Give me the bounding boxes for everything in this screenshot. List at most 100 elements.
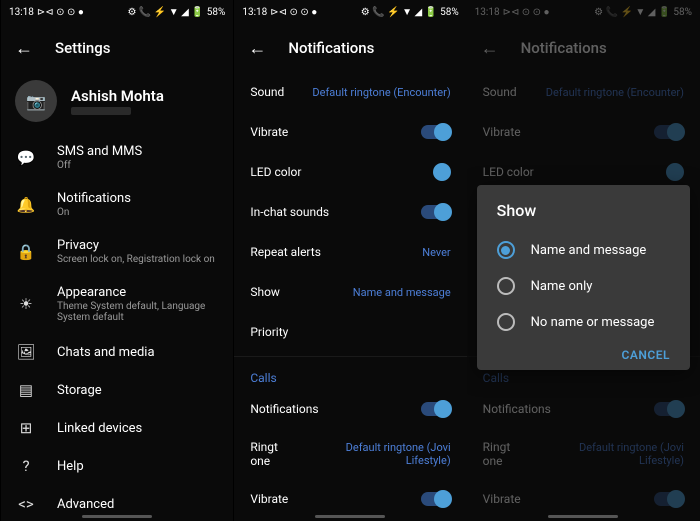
nav-bar [1,511,233,521]
row-label: Repeat alerts [250,245,321,259]
section-calls: Calls [234,361,466,389]
avatar: 📷 [15,80,57,122]
row-label: Ringt one [483,440,533,468]
row-label: Vibrate [250,492,288,506]
setting-row[interactable]: Notifications [467,389,700,429]
row-label: Vibrate [483,492,521,506]
item-title: Appearance [57,285,219,300]
color-dot[interactable] [433,163,451,181]
toggle-switch[interactable] [421,492,451,506]
setting-row[interactable]: SoundDefault ringtone (Encounter) [467,72,700,112]
settings-item[interactable]: ⊞Linked devices [1,409,233,447]
item-icon: ☀ [15,295,37,313]
item-title: Linked devices [57,421,219,436]
item-icon: 🖼 [15,343,37,361]
settings-item[interactable]: 🔔 NotificationsOn [1,181,233,228]
profile-row[interactable]: 📷 Ashish Mohta [1,72,233,134]
row-label: Notifications [483,402,551,416]
setting-row[interactable]: Vibrate [234,112,466,152]
settings-item[interactable]: 🔒PrivacyScreen lock on, Registration loc… [1,228,233,275]
item-sub: Screen lock on, Registration lock on [57,254,219,265]
setting-row[interactable]: Repeat alerts Never [234,232,466,272]
setting-row[interactable]: Vibrate [467,112,700,152]
color-dot[interactable] [666,163,684,181]
row-value: Default ringtone (Jovi Lifestyle) [533,441,684,467]
row-value: Default ringtone (Encounter) [312,86,450,99]
toggle-switch[interactable] [421,125,451,139]
toggle-switch[interactable] [654,125,684,139]
settings-item[interactable]: 💬 SMS and MMSOff [1,134,233,181]
row-label: LED color [250,165,301,179]
setting-row[interactable]: Ringt oneDefault ringtone (Jovi Lifestyl… [467,429,700,479]
page-title: Notifications [288,39,374,57]
setting-row[interactable]: In-chat sounds [234,192,466,232]
page-title: Settings [55,39,111,57]
row-value: Never [422,246,450,259]
row-label: Notifications [250,402,318,416]
profile-name: Ashish Mohta [71,87,164,105]
header: ← Notifications [234,24,466,72]
row-label: Ringt one [250,440,300,468]
item-title: Privacy [57,238,219,253]
toggle-switch[interactable] [421,205,451,219]
status-icons-left: ⊳⊲ ⊙ ⊙ ● [37,7,84,18]
notifications-dialog-panel: 13:18⊳⊲ ⊙ ⊙ ● ⚙ 📞 ⚡ ▼ ◢ 🔋58% ← Notificat… [467,0,700,521]
page-title: Notifications [521,39,607,57]
row-label: LED color [483,165,534,179]
row-label: In-chat sounds [250,205,329,219]
back-icon[interactable]: ← [481,38,499,59]
dialog-title: Show [489,201,678,232]
row-label: Sound [483,85,517,99]
setting-row[interactable]: LED color [234,152,466,192]
radio-icon [497,277,515,295]
toggle-switch[interactable] [654,402,684,416]
item-title: Notifications [57,191,219,206]
item-sub: Off [57,160,219,171]
back-icon[interactable]: ← [15,38,33,59]
notifications-panel: 13:18⊳⊲ ⊙ ⊙ ● ⚙ 📞 ⚡ ▼ ◢ 🔋58% ← Notificat… [233,0,466,521]
show-dialog: Show Name and messageName onlyNo name or… [477,185,690,370]
back-icon[interactable]: ← [248,38,266,59]
nav-bar [467,511,700,521]
row-label: Vibrate [250,125,288,139]
status-icons-right: ⚙ 📞 ⚡ ▼ ◢ 🔋 [127,7,203,18]
toggle-switch[interactable] [421,402,451,416]
item-title: Advanced [57,497,219,512]
row-label: Sound [250,85,284,99]
setting-row[interactable]: Notifications [234,389,466,429]
item-title: SMS and MMS [57,144,219,159]
dialog-option[interactable]: Name and message [489,232,678,268]
row-label: Vibrate [483,125,521,139]
cancel-button[interactable]: CANCEL [622,348,670,362]
settings-panel: 13:18⊳⊲ ⊙ ⊙ ● ⚙ 📞 ⚡ ▼ ◢ 🔋58% ← Settings … [0,0,233,521]
row-label: Show [250,285,280,299]
item-title: Storage [57,383,219,398]
dialog-option[interactable]: Name only [489,268,678,304]
row-value: Name and message [353,286,451,299]
item-icon: 💬 [15,149,37,167]
settings-item[interactable]: ▤ Storage [1,371,233,409]
row-value: Default ringtone (Jovi Lifestyle) [300,441,451,467]
toggle-switch[interactable] [654,492,684,506]
settings-item[interactable]: ☀AppearanceTheme System default, Languag… [1,275,233,333]
setting-row[interactable]: Sound Default ringtone (Encounter) [234,72,466,112]
item-icon: ? [15,457,37,475]
item-icon: ▤ [15,381,37,399]
header: ← Settings [1,24,233,72]
item-title: Help [57,459,219,474]
settings-item[interactable]: ? Help [1,447,233,485]
item-sub: On [57,207,219,218]
setting-row[interactable]: Show Name and message [234,272,466,312]
status-time: 13:18 [9,7,34,18]
header: ← Notifications [467,24,700,72]
setting-row[interactable]: Ringt oneDefault ringtone (Jovi Lifestyl… [234,429,466,479]
radio-icon [497,313,515,331]
status-bar: 13:18⊳⊲ ⊙ ⊙ ● ⚙ 📞 ⚡ ▼ ◢ 🔋58% [1,0,233,24]
dialog-option[interactable]: No name or message [489,304,678,340]
nav-bar [234,511,466,521]
settings-item[interactable]: 🖼Chats and media [1,333,233,371]
row-label: Priority [250,325,288,339]
item-icon: 🔔 [15,196,37,214]
radio-icon [497,241,515,259]
setting-row[interactable]: Priority [234,312,466,352]
